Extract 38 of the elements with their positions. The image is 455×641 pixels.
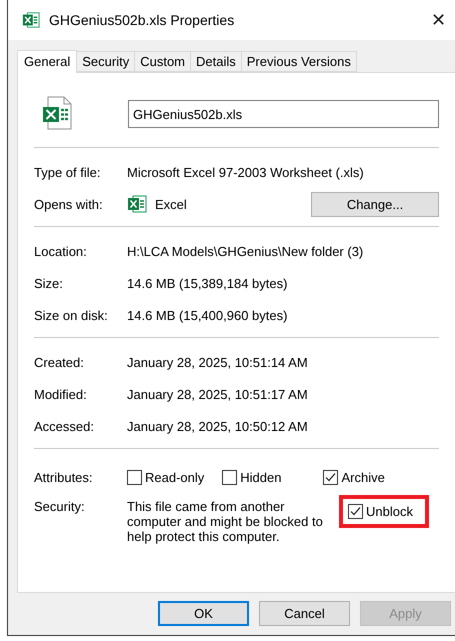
checkbox[interactable]: Archive — [323, 470, 385, 484]
excel-file-icon — [22, 11, 40, 29]
field-label: Size on disk: — [34, 308, 109, 322]
field-value: H:\LCA Models\GHGenius\New folder (3) — [127, 244, 364, 258]
field-label: Modified: — [34, 386, 88, 402]
tab[interactable]: Details — [190, 51, 242, 72]
field-value: Excel — [155, 196, 188, 212]
field-label: Attributes: — [34, 470, 94, 484]
dialog-button[interactable]: OK — [158, 601, 249, 626]
security-message: This file came from another computer and might be blocked to help protect this computer. — [127, 499, 324, 544]
tab[interactable]: Custom — [134, 51, 192, 72]
checkbox[interactable]: Read-only — [127, 470, 204, 484]
tab[interactable]: Previous Versions — [240, 51, 357, 72]
checkmark-icon — [325, 472, 336, 482]
tab[interactable]: Security — [76, 51, 136, 72]
tab[interactable]: General — [17, 50, 78, 73]
field-value: 14.6 MB (15,389,184 bytes) — [127, 276, 288, 290]
field-label: Size: — [34, 276, 64, 290]
dialog-button[interactable]: Cancel — [259, 601, 350, 626]
field-label: Security: — [34, 499, 86, 514]
file-name-field[interactable]: GHGenius502b.xls — [128, 100, 439, 128]
checkbox[interactable]: Hidden — [222, 470, 282, 484]
field-label: Opens with: — [34, 196, 104, 212]
field-label: Created: — [34, 354, 85, 370]
field-label: Accessed: — [34, 418, 95, 434]
spreadsheet-file-icon — [42, 96, 72, 130]
close-icon[interactable]: ✕ — [431, 9, 446, 31]
field-label: Type of file: — [34, 164, 102, 180]
field-value: 14.6 MB (15,400,960 bytes) — [127, 308, 288, 322]
field-label: Location: — [34, 244, 88, 258]
field-value: Microsoft Excel 97-2003 Worksheet (.xls) — [127, 164, 365, 180]
change-button[interactable]: Change... — [311, 192, 439, 216]
field-value: January 28, 2025, 10:51:14 AM — [127, 354, 309, 370]
checkmark-icon — [350, 506, 361, 517]
field-value: January 28, 2025, 10:50:12 AM — [127, 418, 309, 434]
window-title: GHGenius502b.xls Properties — [49, 12, 236, 28]
field-value: January 28, 2025, 10:51:17 AM — [127, 386, 309, 402]
checkbox[interactable]: Unblock — [348, 504, 413, 519]
